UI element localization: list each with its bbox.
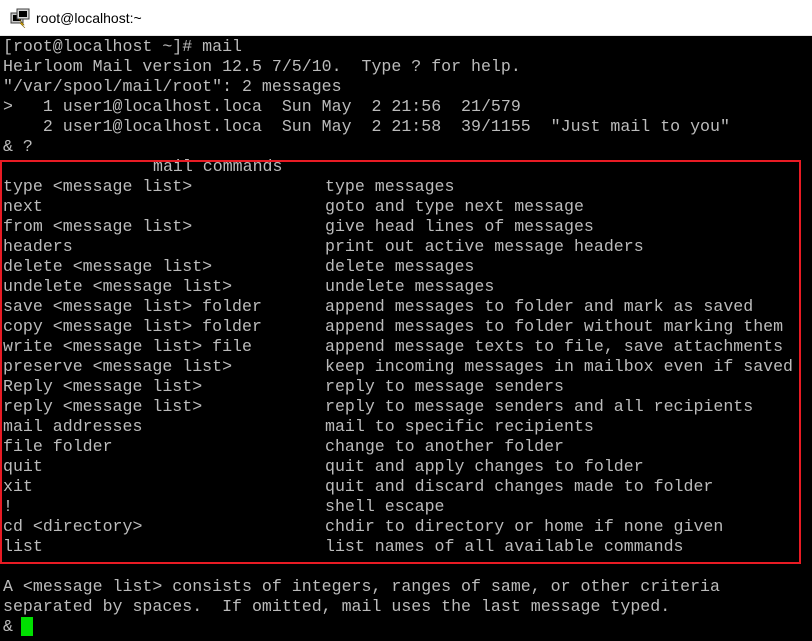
terminal-window: root@localhost:~ [root@localhost ~]# mai…	[0, 0, 812, 641]
help-command-description: append messages to folder and mark as sa…	[325, 297, 754, 316]
help-command-row: xit quit and discard changes made to fold…	[3, 477, 809, 497]
help-command-name: copy <message list> folder	[3, 317, 262, 336]
help-footer-line-1: A <message list> consists of integers, r…	[3, 577, 720, 596]
help-command-row: ! shell escape	[3, 497, 809, 517]
help-command-name: cd <directory>	[3, 517, 143, 536]
help-command-description: delete messages	[325, 257, 475, 276]
help-command-row: delete <message list> delete messages	[3, 257, 809, 277]
help-command-description: change to another folder	[325, 437, 564, 456]
help-command-row: headers print out active message headers	[3, 237, 809, 257]
help-footer-line-2: separated by spaces. If omitted, mail us…	[3, 597, 671, 616]
help-command-description: type messages	[325, 177, 455, 196]
help-command-name: mail addresses	[3, 417, 143, 436]
help-command-row: undelete <message list> undelete messages	[3, 277, 809, 297]
help-command-name: undelete <message list>	[3, 277, 233, 296]
terminal-screen[interactable]: [root@localhost ~]# mail Heirloom Mail v…	[0, 36, 812, 641]
help-command-description: undelete messages	[325, 277, 495, 296]
help-command-row: Reply <message list> reply to message sen…	[3, 377, 809, 397]
title-bar[interactable]: root@localhost:~	[0, 0, 812, 36]
window-title: root@localhost:~	[36, 9, 142, 26]
help-command-row: type <message list> type messages	[3, 177, 809, 197]
help-command-name: next	[3, 197, 43, 216]
terminal-line-command: [root@localhost ~]# mail	[3, 37, 242, 56]
help-command-description: mail to specific recipients	[325, 417, 594, 436]
help-command-row: reply <message list> reply to message sen…	[3, 397, 809, 417]
help-command-description: keep incoming messages in mailbox even i…	[325, 357, 794, 376]
help-command-name: save <message list> folder	[3, 297, 262, 316]
terminal-line-version: Heirloom Mail version 12.5 7/5/10. Type …	[3, 57, 521, 76]
help-command-description: quit and apply changes to folder	[325, 457, 644, 476]
help-command-row: write <message list> file append message …	[3, 337, 809, 357]
help-command-name: headers	[3, 237, 73, 256]
help-command-description: reply to message senders and all recipie…	[325, 397, 754, 416]
terminal-line-message-1: > 1 user1@localhost.loca Sun May 2 21:56…	[3, 97, 521, 116]
help-command-row: quit quit and apply changes to folder	[3, 457, 809, 477]
help-command-row: copy <message list> folder append message…	[3, 317, 809, 337]
help-command-description: append message texts to file, save attac…	[325, 337, 784, 356]
terminal-line-mailbox: "/var/spool/mail/root": 2 messages	[3, 77, 342, 96]
help-command-row: from <message list> give head lines of me…	[3, 217, 809, 237]
help-command-description: print out active message headers	[325, 237, 644, 256]
help-command-row: next goto and type next message	[3, 197, 809, 217]
help-command-row: list list names of all available commands	[3, 537, 809, 557]
help-command-description: shell escape	[325, 497, 445, 516]
help-command-name: write <message list> file	[3, 337, 252, 356]
help-command-description: give head lines of messages	[325, 217, 594, 236]
shell-prompt: &	[3, 617, 13, 636]
putty-terminal-icon	[10, 8, 30, 28]
help-command-row: preserve <message list> keep incoming mes…	[3, 357, 809, 377]
help-command-row: mail addresses mail to specific recipient…	[3, 417, 809, 437]
terminal-line-message-2: 2 user1@localhost.loca Sun May 2 21:58 3…	[3, 117, 730, 136]
help-command-description: list names of all available commands	[325, 537, 684, 556]
help-heading: mail commands	[153, 157, 283, 176]
terminal-line-help-prompt: & ?	[3, 137, 33, 156]
help-command-name: delete <message list>	[3, 257, 213, 276]
help-command-name: type <message list>	[3, 177, 193, 196]
help-command-name: xit	[3, 477, 33, 496]
terminal-cursor	[21, 617, 33, 636]
help-command-description: goto and type next message	[325, 197, 584, 216]
help-command-name: from <message list>	[3, 217, 193, 236]
help-command-description: append messages to folder without markin…	[325, 317, 784, 336]
help-command-description: reply to message senders	[325, 377, 564, 396]
help-command-description: quit and discard changes made to folder	[325, 477, 714, 496]
help-command-row: file folder change to another folder	[3, 437, 809, 457]
help-command-name: preserve <message list>	[3, 357, 233, 376]
help-command-name: reply <message list>	[3, 397, 203, 416]
help-command-row: save <message list> folder append message…	[3, 297, 809, 317]
help-command-name: Reply <message list>	[3, 377, 203, 396]
help-command-name: list	[3, 537, 43, 556]
help-command-name: quit	[3, 457, 43, 476]
help-command-description: chdir to directory or home if none given	[325, 517, 724, 536]
help-command-name: !	[3, 497, 13, 516]
help-command-name: file folder	[3, 437, 113, 456]
help-command-row: cd <directory> chdir to directory or home…	[3, 517, 809, 537]
